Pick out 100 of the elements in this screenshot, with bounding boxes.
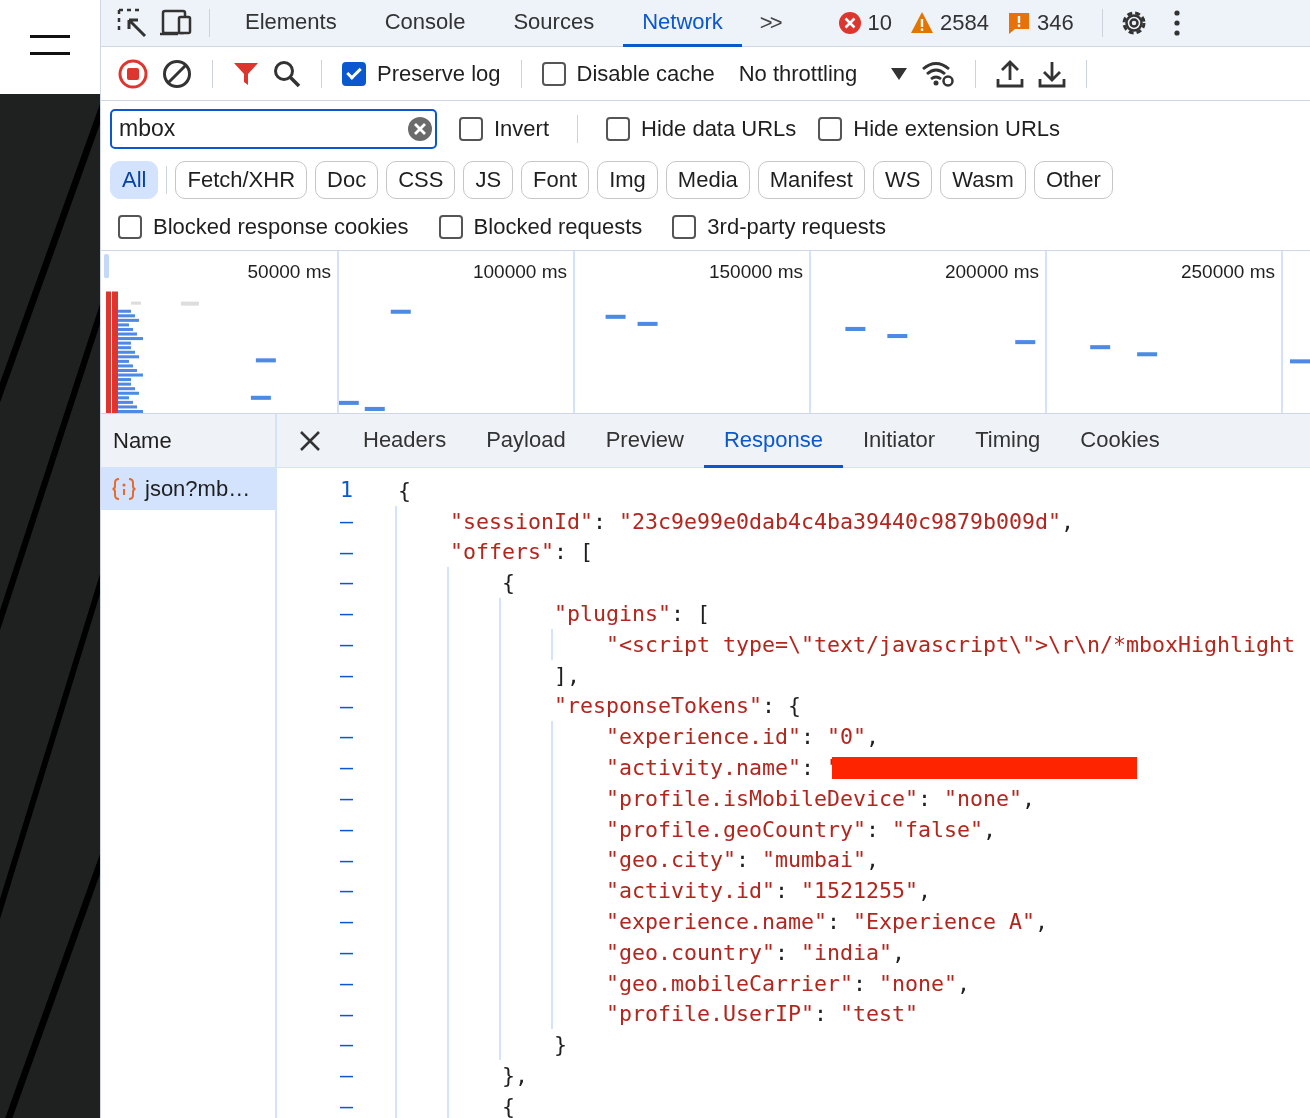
device-icon[interactable] <box>159 8 193 38</box>
json-punctuation: , <box>866 724 880 750</box>
throttling-dropdown[interactable]: No throttling <box>738 60 908 87</box>
checkbox[interactable] <box>342 61 366 86</box>
json-punctuation: : <box>866 816 881 842</box>
line-number: – <box>339 876 353 905</box>
json-key: "experience.id" <box>606 724 801 750</box>
json-punctuation: , <box>1061 508 1075 534</box>
search-icon[interactable] <box>273 59 301 88</box>
clear-field-icon[interactable] <box>407 115 433 142</box>
checkbox-label: Disable cache <box>576 60 715 87</box>
detail-tab[interactable]: Initiator <box>843 413 956 468</box>
record-icon[interactable] <box>118 58 148 89</box>
json-punctuation: } <box>554 1032 567 1058</box>
line-number: – <box>339 783 353 812</box>
json-punctuation: : <box>918 785 933 811</box>
timeline-tick-label: 50000 ms <box>247 261 331 282</box>
json-punctuation: { <box>398 477 411 503</box>
json-key: "geo.country" <box>606 939 775 965</box>
detail-tab[interactable]: Cookies <box>1060 413 1180 468</box>
detail-tab[interactable]: Headers <box>343 413 467 468</box>
detail-tab[interactable]: Payload <box>466 413 586 468</box>
checkbox[interactable] <box>118 215 142 239</box>
checkbox[interactable] <box>438 215 463 239</box>
checkbox[interactable] <box>672 215 697 239</box>
json-punctuation: }, <box>502 1063 528 1089</box>
json-punctuation: : [ <box>671 601 711 627</box>
panel-tab[interactable]: Network <box>623 0 742 47</box>
type-filter-chip[interactable]: WS <box>872 161 933 199</box>
line-number: – <box>339 814 353 843</box>
type-filter-chip[interactable]: Wasm <box>940 161 1026 199</box>
json-string: "1521255" <box>801 878 919 904</box>
json-string: "Experience A" <box>853 909 1036 935</box>
json-key: "profile.UserIP" <box>606 1001 814 1027</box>
panel-tab[interactable]: Sources <box>494 0 614 47</box>
count-label[interactable]: 2584 <box>940 10 989 36</box>
timeline-tick-label: 100000 ms <box>473 261 567 282</box>
json-punctuation: , <box>918 878 932 904</box>
type-filter-chip[interactable]: Media <box>665 161 750 199</box>
json-punctuation: : <box>814 1001 829 1027</box>
download-icon[interactable] <box>1038 59 1067 88</box>
json-key: "experience.name" <box>606 909 827 935</box>
count-label[interactable]: 10 <box>867 10 893 36</box>
type-filter-chip[interactable]: Font <box>521 161 590 199</box>
type-filter-chip[interactable]: Manifest <box>757 161 865 199</box>
more-options-icon[interactable] <box>1172 10 1181 36</box>
checkbox[interactable] <box>818 116 843 141</box>
filter-field[interactable]: mbox <box>110 108 437 149</box>
network-conditions-icon[interactable] <box>921 59 956 88</box>
json-string: "test" <box>840 1001 919 1027</box>
line-number: – <box>339 722 353 751</box>
checkbox-label: Invert <box>494 115 550 142</box>
json-string: "mumbai" <box>762 847 867 873</box>
panel-tab[interactable]: Console <box>365 0 485 47</box>
json-punctuation: : <box>801 755 816 781</box>
json-punctuation: , <box>892 939 906 965</box>
json-punctuation: , <box>1035 909 1049 935</box>
checkbox[interactable] <box>459 116 483 141</box>
json-punctuation: : { <box>762 693 802 719</box>
type-filter-chip[interactable]: Other <box>1033 161 1113 199</box>
type-filter-chip[interactable]: Fetch/XHR <box>175 161 308 199</box>
json-punctuation: : [ <box>554 539 594 565</box>
json-punctuation: : <box>853 970 868 996</box>
json-punctuation: : <box>775 939 790 965</box>
type-filter-chip[interactable]: Img <box>597 161 658 199</box>
line-number: – <box>339 1030 353 1059</box>
line-number: 1 <box>339 476 353 504</box>
menu-icon[interactable] <box>30 33 70 57</box>
json-key: "offers" <box>450 539 554 565</box>
clear-icon[interactable] <box>162 58 192 89</box>
request-name: json?mb… <box>145 476 251 502</box>
line-number: – <box>339 599 353 628</box>
detail-tab[interactable]: Response <box>703 413 843 468</box>
type-filter-chip[interactable]: Doc <box>315 161 379 199</box>
count-label[interactable]: 346 <box>1037 10 1074 36</box>
column-header[interactable]: Name <box>101 414 275 468</box>
json-punctuation: { <box>502 570 515 596</box>
type-filter-chip[interactable]: CSS <box>386 161 456 199</box>
more-tabs-button[interactable]: >> <box>751 10 788 36</box>
json-punctuation: , <box>1022 785 1036 811</box>
timeline-tick-label: 250000 ms <box>1181 261 1275 282</box>
json-key: "responseTokens" <box>554 693 762 719</box>
json-string: "india" <box>801 939 893 965</box>
panel-tab[interactable]: Elements <box>226 0 356 47</box>
json-string: "none" <box>879 970 958 996</box>
inspect-icon[interactable] <box>117 8 149 38</box>
checkbox[interactable] <box>606 116 631 141</box>
filter-icon[interactable] <box>233 60 259 87</box>
close-icon[interactable] <box>299 429 321 452</box>
upload-icon[interactable] <box>996 59 1025 88</box>
type-filter-chip[interactable]: All <box>110 161 159 199</box>
issue-icon <box>1007 11 1031 35</box>
type-filter-chip[interactable]: JS <box>463 161 514 199</box>
line-number: – <box>339 1061 353 1090</box>
line-number: – <box>339 691 353 720</box>
detail-tab[interactable]: Preview <box>585 413 704 468</box>
json-key: "geo.mobileCarrier" <box>606 970 853 996</box>
detail-tab[interactable]: Timing <box>955 413 1061 468</box>
request-row[interactable]: json?mb… <box>101 468 275 510</box>
checkbox[interactable] <box>541 61 566 86</box>
